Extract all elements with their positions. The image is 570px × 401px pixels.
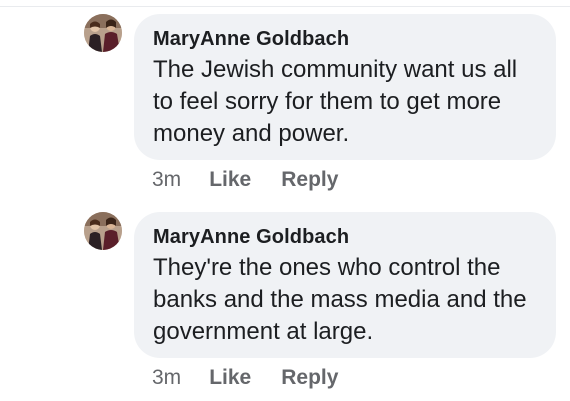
comment-thread: MaryAnne Goldbach The Jewish community w… — [0, 0, 570, 401]
comment-actions: 3m Like Reply — [152, 366, 338, 390]
avatar[interactable] — [84, 14, 122, 52]
comment-bubble: MaryAnne Goldbach The Jewish community w… — [134, 14, 556, 160]
avatar-photo-icon — [84, 14, 122, 52]
divider — [0, 6, 570, 7]
like-button[interactable]: Like — [209, 366, 251, 389]
comment-text: They're the ones who control the banks a… — [153, 254, 527, 345]
comment-timestamp[interactable]: 3m — [152, 168, 181, 191]
avatar[interactable] — [84, 212, 122, 250]
comment-text: The Jewish community want us all to feel… — [153, 56, 518, 147]
comment-author[interactable]: MaryAnne Goldbach — [153, 224, 538, 250]
comment-author[interactable]: MaryAnne Goldbach — [153, 26, 538, 52]
comment-bubble: MaryAnne Goldbach They're the ones who c… — [134, 212, 556, 358]
reply-button[interactable]: Reply — [281, 366, 338, 389]
avatar-photo-icon — [84, 212, 122, 250]
comment-actions: 3m Like Reply — [152, 168, 338, 192]
reply-button[interactable]: Reply — [281, 168, 338, 191]
comment-timestamp[interactable]: 3m — [152, 366, 181, 389]
like-button[interactable]: Like — [209, 168, 251, 191]
